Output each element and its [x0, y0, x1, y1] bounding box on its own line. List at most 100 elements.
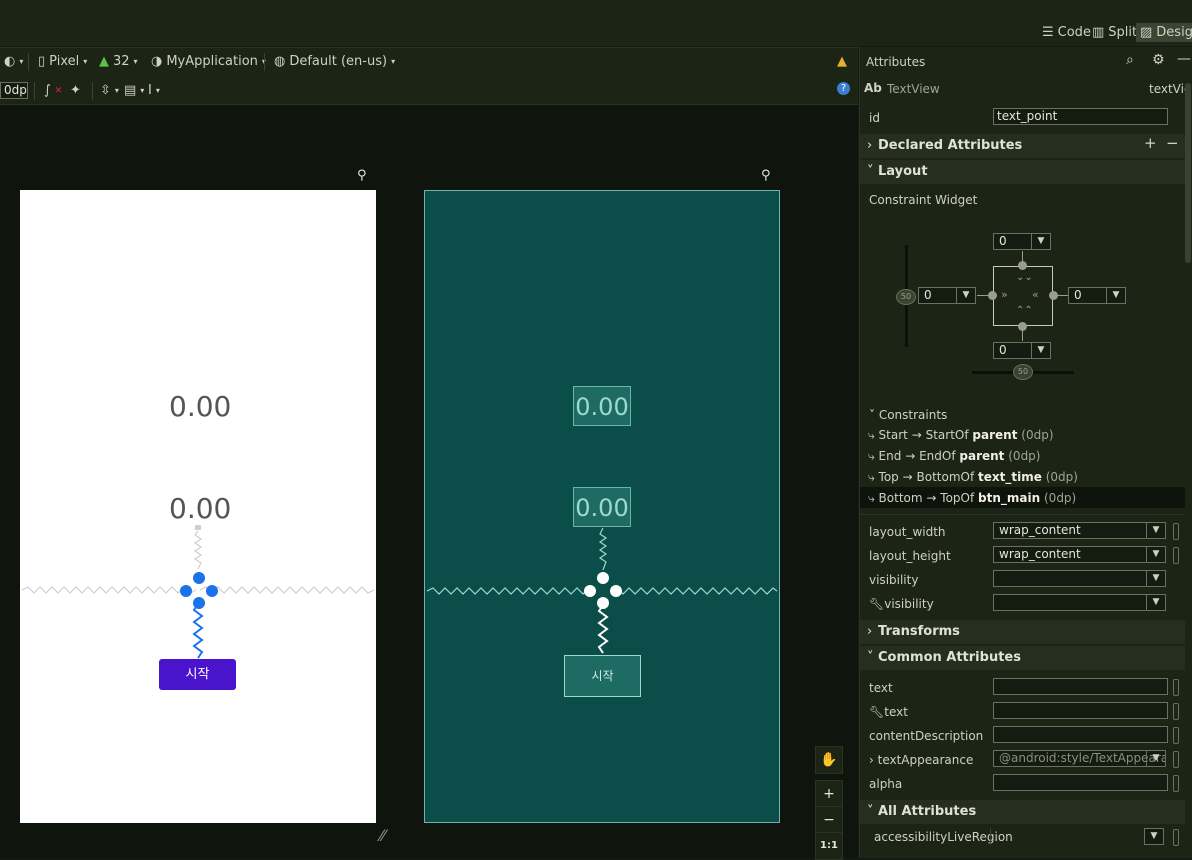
layout-height-dropdown[interactable]: wrap_content ▼ — [993, 546, 1166, 563]
align-icon[interactable]: ▤ ▾ — [124, 83, 144, 98]
horizontal-bias-knob[interactable]: 50 — [1013, 364, 1033, 380]
tools-visibility-dropdown[interactable]: ▼ — [993, 594, 1166, 611]
pick-resource-button[interactable] — [1173, 703, 1179, 720]
all-attributes-section[interactable]: ˅ All Attributes — [860, 800, 1185, 824]
locale-selector[interactable]: ◍ Default (en-us) ▾ — [274, 54, 395, 69]
split-mode-button[interactable]: ▥ Split — [1092, 25, 1137, 40]
default-margin-field[interactable]: 0dp — [0, 82, 28, 99]
text-appearance-label[interactable]: › textAppearance — [869, 753, 973, 767]
gear-icon[interactable]: ⚙ — [1152, 52, 1165, 68]
design-surface-button[interactable]: ◐ ▾ — [4, 54, 23, 69]
wrap-arrows-icon[interactable]: ⌃⌃ — [1016, 305, 1033, 316]
bottom-anchor[interactable] — [193, 597, 205, 609]
pick-resource-button[interactable] — [1173, 727, 1179, 744]
constraint-row[interactable]: ⤷ Bottom → TopOf btn_main (0dp) — [868, 491, 1076, 506]
pick-resource-button[interactable] — [1173, 751, 1179, 768]
margin-end-dropdown[interactable]: 0 ▼ — [1068, 287, 1126, 304]
end-handle[interactable] — [1049, 291, 1058, 300]
design-toolbar: ◐▾ ▯Pixel▾ ▲32▾ ◑MyApplication▾ ◍Default… — [0, 47, 858, 78]
resize-handle[interactable]: ⁄⁄ — [380, 826, 385, 845]
top-anchor[interactable] — [597, 572, 609, 584]
guidelines-icon[interactable]: I ▾ — [148, 83, 160, 98]
top-anchor[interactable] — [193, 572, 205, 584]
content-description-field[interactable] — [993, 726, 1168, 743]
api-selector[interactable]: ▲ 32 ▾ — [99, 54, 138, 69]
top-handle[interactable] — [1018, 261, 1027, 270]
theme-selector[interactable]: ◑MyApplication▾ — [151, 54, 266, 69]
end-anchor[interactable] — [610, 585, 622, 597]
text-field[interactable] — [993, 678, 1168, 695]
chevron-down-icon: ▼ — [956, 288, 975, 303]
panel-scrollbar[interactable] — [1185, 83, 1191, 263]
margin-top-dropdown[interactable]: 0 ▼ — [993, 233, 1051, 250]
bottom-handle[interactable] — [1018, 322, 1027, 331]
wrap-arrows-icon[interactable]: « — [1032, 288, 1039, 301]
constraint-row[interactable]: ⤷ End → EndOf parent (0dp) — [868, 449, 1040, 464]
common-attributes-section[interactable]: ˅ Common Attributes — [860, 646, 1185, 670]
vertical-bias-knob[interactable]: 50 — [896, 289, 916, 305]
zoom-in-button[interactable]: + — [815, 780, 843, 808]
text-time[interactable]: 0.00 — [169, 390, 231, 423]
pick-resource-button[interactable] — [1173, 523, 1179, 540]
constraint-row[interactable]: ⤷ Start → StartOf parent (0dp) — [868, 428, 1054, 443]
declared-attributes-section[interactable]: › Declared Attributes — [860, 134, 1185, 158]
help-icon[interactable]: ? — [837, 82, 850, 95]
visibility-dropdown[interactable]: ▼ — [993, 570, 1166, 587]
textview-icon: Ab — [864, 81, 882, 95]
pick-resource-button[interactable] — [1173, 679, 1179, 696]
wrench-icon[interactable]: ⚲ — [761, 168, 771, 183]
layout-width-dropdown[interactable]: wrap_content ▼ — [993, 522, 1166, 539]
wrench-icon: 🔧︎ — [869, 597, 885, 611]
wrap-arrows-icon[interactable]: ⌄⌄ — [1016, 272, 1033, 283]
device-selector[interactable]: ▯ Pixel ▾ — [38, 54, 87, 69]
code-mode-button[interactable]: ☰ Code — [1042, 25, 1091, 40]
text-point-blueprint[interactable]: 0.00 — [573, 487, 631, 527]
margin-start-dropdown[interactable]: 0 ▼ — [918, 287, 976, 304]
minimize-icon[interactable]: — — [1177, 51, 1191, 67]
margin-bottom-dropdown[interactable]: 0 ▼ — [993, 342, 1051, 359]
text-appearance-dropdown[interactable]: @android:style/TextAppearance▼ — [993, 750, 1166, 767]
chevron-down-icon: ˅ — [869, 408, 879, 422]
start-handle[interactable] — [988, 291, 997, 300]
zoom-out-button[interactable]: − — [815, 806, 843, 834]
pick-resource-button[interactable] — [1173, 547, 1179, 564]
start-anchor[interactable] — [180, 585, 192, 597]
remove-attribute-button[interactable]: − — [1166, 134, 1179, 152]
design-mode-button[interactable]: ▨Design — [1136, 23, 1192, 42]
search-icon[interactable]: ⌕ — [1126, 52, 1134, 68]
text-time-blueprint[interactable]: 0.00 — [573, 386, 631, 426]
pick-resource-button[interactable] — [1173, 775, 1179, 792]
chevron-down-icon: ▼ — [1146, 571, 1165, 586]
end-anchor[interactable] — [206, 585, 218, 597]
layout-section[interactable]: ˅ Layout — [860, 160, 1185, 184]
zoom-fit-button[interactable]: 1:1 — [815, 832, 843, 860]
constraints-header[interactable]: ˅ Constraints — [869, 408, 947, 422]
wrench-icon[interactable]: ⚲ — [357, 168, 367, 183]
start-anchor[interactable] — [584, 585, 596, 597]
tools-text-field[interactable] — [993, 702, 1168, 719]
theme-icon: ◑ — [151, 54, 163, 69]
text-point[interactable]: 0.00 — [169, 492, 231, 525]
wrap-arrows-icon[interactable]: » — [1001, 288, 1008, 301]
bottom-constraint — [192, 603, 204, 659]
add-attribute-button[interactable]: + — [1144, 134, 1157, 152]
start-button[interactable]: 시작 — [159, 659, 236, 690]
pack-icon[interactable]: ⇳ ▾ — [100, 83, 119, 98]
pan-hand-icon[interactable]: ✋ — [815, 746, 843, 774]
bottom-anchor[interactable] — [597, 597, 609, 609]
clear-constraints-icon[interactable]: ∫ ✕ — [44, 83, 62, 98]
pick-resource-button[interactable] — [1173, 829, 1179, 846]
id-field[interactable]: text_point — [993, 108, 1168, 125]
design-preview[interactable]: 0.00 0.00 시작 — [20, 190, 376, 823]
chevron-down-icon: ▼ — [1146, 751, 1165, 766]
constraint-row[interactable]: ⤷ Top → BottomOf text_time (0dp) — [868, 470, 1078, 485]
wrench-icon: 🔧︎ — [869, 705, 885, 719]
alpha-field[interactable] — [993, 774, 1168, 791]
infer-constraints-icon[interactable]: ✦ — [70, 83, 81, 98]
transforms-section[interactable]: › Transforms — [860, 620, 1185, 644]
warning-icon[interactable]: ▲ — [837, 54, 847, 69]
start-button-blueprint[interactable]: 시작 — [564, 655, 641, 697]
constraint-icon: ⤷ — [868, 470, 879, 484]
accessibility-dropdown[interactable]: ▼ — [1144, 828, 1164, 845]
blueprint-preview[interactable]: 0.00 0.00 시작 — [424, 190, 780, 823]
